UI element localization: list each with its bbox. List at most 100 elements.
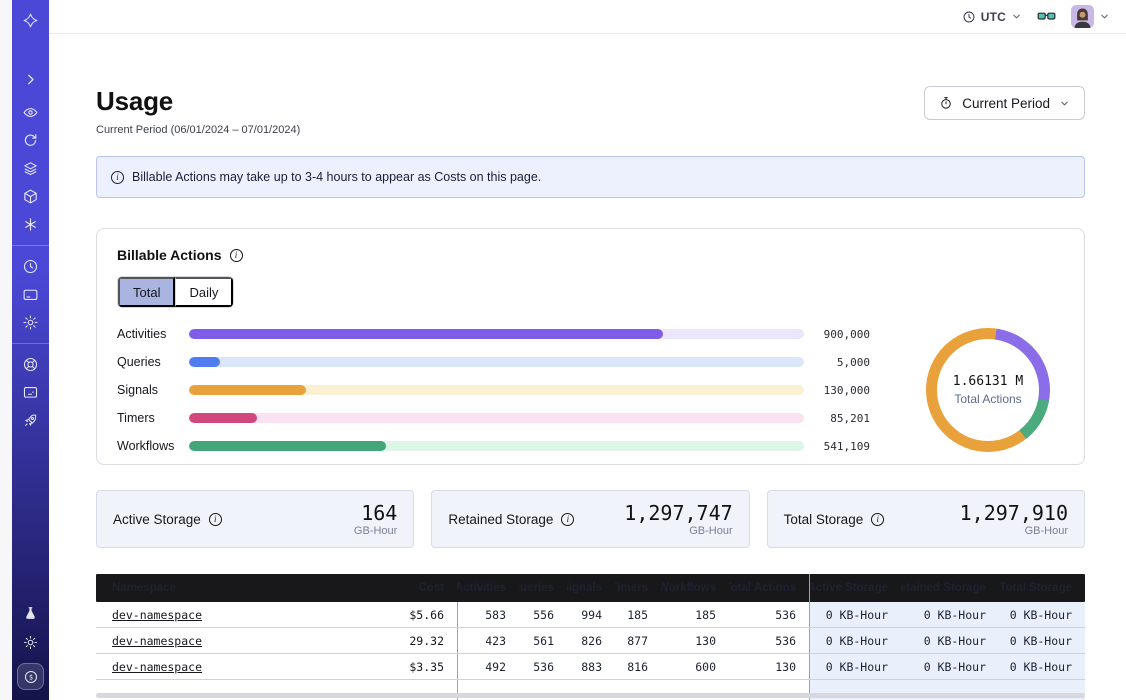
table-body: dev-namespace$5.665835569941851855360 KB… — [96, 602, 1085, 700]
bar-row: Activities900,000 — [117, 329, 870, 340]
bar-category-label: Timers — [117, 411, 179, 425]
namespace-link[interactable]: dev-namespace — [112, 634, 202, 648]
billable-actions-tabs: TotalDaily — [117, 276, 234, 308]
page-header: Usage Current Period (06/01/2024 – 07/01… — [96, 86, 1085, 136]
storage-card: Total Storage 1,297,910GB-Hour — [767, 490, 1085, 548]
sidebar-nav-group-3 — [22, 356, 39, 429]
column-header: Signals — [567, 574, 615, 602]
bar-row: Signals130,000 — [117, 385, 870, 396]
storage-card-values: 164GB-Hour — [354, 502, 397, 537]
info-icon[interactable] — [209, 513, 222, 526]
column-header: Queries — [519, 574, 567, 602]
storage-card-label: Retained Storage — [448, 512, 574, 527]
storage-unit: GB-Hour — [354, 525, 397, 537]
billable-actions-card: Billable Actions TotalDaily Activities90… — [96, 228, 1085, 465]
collapse-sidebar-icon[interactable] — [22, 71, 39, 88]
table-cell: 600 — [661, 654, 729, 679]
timezone-label: UTC — [981, 10, 1006, 24]
chevron-down-icon — [1011, 11, 1022, 22]
info-banner-text: Billable Actions may take up to 3-4 hour… — [132, 170, 541, 184]
column-header: Cost — [372, 574, 457, 602]
tab-total[interactable]: Total — [118, 277, 175, 307]
page-subtitle: Current Period (06/01/2024 – 07/01/2024) — [96, 124, 300, 136]
info-icon[interactable] — [561, 513, 574, 526]
horizontal-scrollbar[interactable] — [96, 693, 1085, 698]
table-cell: 29.32 — [372, 628, 457, 653]
support-icon[interactable] — [22, 356, 39, 373]
usage-billing-active-button[interactable]: $ — [17, 663, 44, 690]
usage-page: $ UTC — [0, 0, 1126, 700]
storage-card: Active Storage 164GB-Hour — [96, 490, 414, 548]
storage-label-text: Total Storage — [784, 512, 864, 527]
workflows-icon[interactable] — [22, 104, 39, 121]
storage-card-label: Active Storage — [113, 512, 222, 527]
nexus-icon[interactable] — [22, 216, 39, 233]
sidebar-nav-group-1 — [22, 104, 39, 233]
usage-icon[interactable] — [22, 258, 39, 275]
table-cell: 561 — [519, 628, 567, 653]
billing-icon[interactable] — [22, 286, 39, 303]
getting-started-rocket-icon[interactable] — [22, 412, 39, 429]
bar-row: Timers85,201 — [117, 413, 870, 424]
table-cell: 0 KB-Hour — [901, 628, 999, 653]
bar-value: 130,000 — [814, 384, 870, 397]
bar-track — [189, 329, 804, 339]
storage-card-values: 1,297,910GB-Hour — [960, 502, 1068, 537]
table-cell: 0 KB-Hour — [999, 654, 1085, 679]
feedback-icon[interactable] — [22, 384, 39, 401]
column-header: Timers — [615, 574, 661, 602]
column-header: Workflows — [661, 574, 729, 602]
info-banner: Billable Actions may take up to 3-4 hour… — [96, 156, 1085, 198]
table-cell: 0 KB-Hour — [901, 602, 999, 627]
storage-value: 164 — [354, 502, 397, 524]
sidebar-bottom-group: $ — [17, 605, 44, 690]
sidebar-divider — [12, 343, 49, 344]
bar-track — [189, 441, 804, 451]
table-row: dev-namespace29.324235618268771305360 KB… — [96, 628, 1085, 654]
table-cell: 583 — [457, 602, 519, 627]
namespaces-icon[interactable] — [22, 160, 39, 177]
bar-value: 541,109 — [814, 440, 870, 453]
table-cell: 994 — [567, 602, 615, 627]
column-header: Total Actions — [729, 574, 809, 602]
info-icon[interactable] — [871, 513, 884, 526]
temporal-logo-icon[interactable] — [22, 12, 39, 29]
chevron-down-icon — [1059, 98, 1070, 109]
bar-fill — [189, 357, 220, 367]
timezone-selector[interactable]: UTC — [962, 10, 1022, 24]
settings-icon[interactable] — [22, 314, 39, 331]
namespace-link[interactable]: dev-namespace — [112, 608, 202, 622]
table-cell: 883 — [567, 654, 615, 679]
bar-track — [189, 357, 804, 367]
table-cell: 0 KB-Hour — [809, 654, 901, 679]
column-header: Activities — [457, 574, 519, 602]
deployments-icon[interactable] — [22, 188, 39, 205]
table-row: dev-namespace$5.665835569941851855360 KB… — [96, 602, 1085, 628]
billable-actions-title: Billable Actions — [117, 247, 222, 263]
info-icon[interactable] — [230, 249, 243, 262]
bar-track — [189, 413, 804, 423]
bar-value: 5,000 — [814, 356, 870, 369]
storage-label-text: Retained Storage — [448, 512, 553, 527]
bar-row: Queries5,000 — [117, 357, 870, 368]
donut-total-label: Total Actions — [954, 392, 1021, 406]
feedback-glasses-icon[interactable] — [1036, 6, 1057, 27]
tab-daily[interactable]: Daily — [175, 277, 233, 307]
stopwatch-icon — [939, 96, 953, 110]
table-cell: 536 — [729, 602, 809, 627]
labs-flask-icon[interactable] — [22, 605, 39, 622]
schedules-icon[interactable] — [22, 132, 39, 149]
storage-summary-row: Active Storage 164GB-Hour Retained Storage… — [96, 490, 1085, 548]
table-cell: 0 KB-Hour — [999, 628, 1085, 653]
table-cell: 130 — [729, 654, 809, 679]
theme-toggle-sun-icon[interactable] — [22, 634, 39, 651]
table-cell: 423 — [457, 628, 519, 653]
clock-icon — [962, 10, 976, 24]
bar-category-label: Workflows — [117, 439, 179, 453]
namespace-link[interactable]: dev-namespace — [112, 660, 202, 674]
table-cell: $3.35 — [372, 654, 457, 679]
dollar-coin-icon: $ — [23, 669, 39, 685]
user-menu[interactable] — [1071, 5, 1110, 28]
chevron-down-icon — [1099, 11, 1110, 22]
period-selector-button[interactable]: Current Period — [924, 86, 1085, 120]
